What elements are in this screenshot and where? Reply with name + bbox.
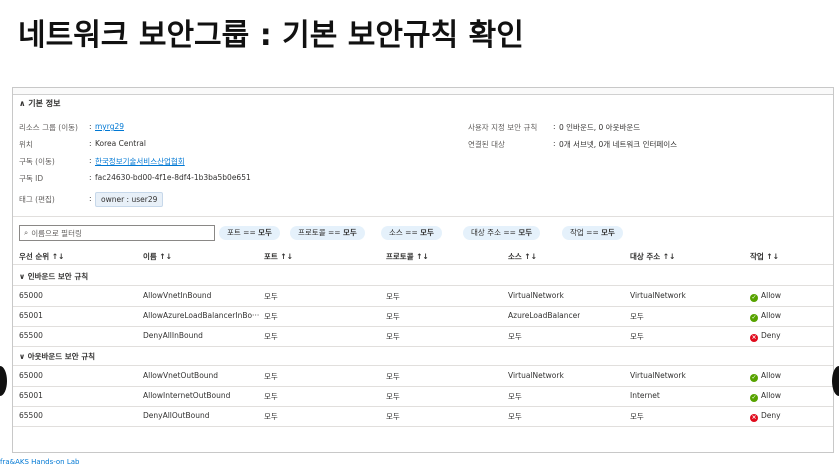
outbound-group-toggle[interactable]: ∨ 아웃바운드 보안 규칙	[19, 351, 95, 362]
rule-source: 모두	[508, 332, 522, 341]
allow-check-icon: ✓	[750, 394, 758, 402]
resource-group-label[interactable]: 리소스 그룹 (이동)	[19, 122, 78, 133]
allow-check-icon: ✓	[750, 294, 758, 302]
rule-priority: 65500	[19, 411, 43, 420]
filter-pill-port[interactable]: 포트 == 모두	[219, 226, 280, 240]
rule-source: VirtualNetwork	[508, 291, 564, 300]
rule-name[interactable]: DenyAllInBound	[143, 331, 259, 340]
rule-source: AzureLoadBalancer	[508, 311, 581, 320]
rule-name[interactable]: AllowVnetInBound	[143, 291, 259, 300]
rule-dest: VirtualNetwork	[630, 291, 686, 300]
rule-priority: 65000	[19, 291, 43, 300]
divider	[13, 216, 833, 217]
row-divider	[13, 426, 833, 427]
rule-action: × Deny	[750, 331, 781, 342]
rule-source: 모두	[508, 412, 522, 421]
essentials-toggle[interactable]: ∧ 기본 정보	[19, 98, 61, 109]
nav-prev-dot	[0, 366, 7, 396]
rule-action: ✓ Allow	[750, 311, 781, 322]
rule-priority: 65001	[19, 311, 43, 320]
rule-action-label: Allow	[761, 291, 782, 300]
filter-pill-source[interactable]: 소스 == 모두	[381, 226, 442, 240]
rule-source: VirtualNetwork	[508, 371, 564, 380]
filter-placeholder: 이름으로 필터링	[31, 228, 82, 238]
tag-chip[interactable]: owner : user29	[95, 192, 164, 207]
rule-protocol: 모두	[386, 332, 400, 341]
row-divider	[13, 326, 833, 327]
rule-protocol: 모두	[386, 292, 400, 301]
row-divider	[13, 346, 833, 347]
rule-action: × Deny	[750, 411, 781, 422]
col-port[interactable]: 포트 ↑↓	[264, 251, 293, 262]
row-divider	[13, 406, 833, 407]
rule-protocol: 모두	[386, 372, 400, 381]
rule-dest: VirtualNetwork	[630, 371, 686, 380]
inbound-group-toggle[interactable]: ∨ 인바운드 보안 규칙	[19, 271, 88, 282]
subscription-label[interactable]: 구독 (이동)	[19, 156, 55, 167]
rule-port: 모두	[264, 292, 278, 301]
deny-x-icon: ×	[750, 414, 758, 422]
rule-dest: 모두	[630, 332, 644, 341]
rule-action-label: Deny	[761, 331, 781, 340]
tags-label[interactable]: 태그 (편집)	[19, 194, 55, 205]
rule-priority: 65000	[19, 371, 43, 380]
rule-protocol: 모두	[386, 392, 400, 401]
rule-source: 모두	[508, 392, 522, 401]
rule-dest: Internet	[630, 391, 660, 400]
custom-rules-value: 0 인바운드, 0 아웃바운드	[559, 123, 641, 132]
rule-action: ✓ Allow	[750, 291, 781, 302]
rule-action-label: Allow	[761, 391, 782, 400]
nav-next-dot	[832, 366, 839, 396]
rule-priority: 65001	[19, 391, 43, 400]
rule-name[interactable]: AllowAzureLoadBalancerInBo···	[143, 311, 259, 320]
associated-value: 0개 서브넷, 0개 네트워크 인터페이스	[559, 140, 678, 149]
col-action[interactable]: 작업 ↑↓	[750, 251, 779, 262]
rule-name[interactable]: AllowVnetOutBound	[143, 371, 259, 380]
search-icon: ⌕	[24, 228, 29, 237]
rule-dest: 모두	[630, 412, 644, 421]
subscription-id-label: 구독 ID	[19, 174, 44, 183]
allow-check-icon: ✓	[750, 374, 758, 382]
filter-pill-destination[interactable]: 대상 주소 == 모두	[463, 226, 541, 240]
deny-x-icon: ×	[750, 334, 758, 342]
col-source[interactable]: 소스 ↑↓	[508, 251, 537, 262]
nsg-overview-panel: ∧ 기본 정보 리소스 그룹 (이동) : myrg29 사용자 지정 보안 규…	[12, 87, 834, 453]
rule-port: 모두	[264, 412, 278, 421]
allow-check-icon: ✓	[750, 314, 758, 322]
filter-pill-action[interactable]: 작업 == 모두	[562, 226, 623, 240]
col-priority[interactable]: 우선 순위 ↑↓	[19, 251, 64, 262]
location-label: 위치	[19, 140, 33, 149]
col-name[interactable]: 이름 ↑↓	[143, 251, 172, 262]
row-divider	[13, 386, 833, 387]
rule-action: ✓ Allow	[750, 391, 781, 402]
rule-port: 모두	[264, 312, 278, 321]
slide-title: 네트워크 보안그룹 : 기본 보안규칙 확인	[18, 18, 524, 53]
location-value: Korea Central	[95, 139, 146, 148]
rule-name[interactable]: DenyAllOutBound	[143, 411, 259, 420]
rule-protocol: 모두	[386, 412, 400, 421]
toolbar-strip	[13, 88, 833, 95]
row-divider	[13, 306, 833, 307]
rule-port: 모두	[264, 372, 278, 381]
col-destination[interactable]: 대상 주소 ↑↓	[630, 251, 675, 262]
filter-by-name-input[interactable]: ⌕ 이름으로 필터링	[19, 225, 215, 241]
rule-action: ✓ Allow	[750, 371, 781, 382]
subscription-link[interactable]: 한국정보기술서비스산업협회	[95, 156, 185, 167]
rule-name[interactable]: AllowInternetOutBound	[143, 391, 259, 400]
custom-rules-label: 사용자 지정 보안 규칙	[468, 123, 538, 132]
associated-label: 연결된 대상	[468, 140, 505, 149]
rule-port: 모두	[264, 392, 278, 401]
subscription-id-value: fac24630-bd00-4f1e-8df4-1b3ba5b0e651	[95, 173, 251, 182]
rule-action-label: Allow	[761, 311, 782, 320]
rule-action-label: Allow	[761, 371, 782, 380]
rule-port: 모두	[264, 332, 278, 341]
filter-pill-protocol[interactable]: 프로토콜 == 모두	[290, 226, 365, 240]
rule-action-label: Deny	[761, 411, 781, 420]
resource-group-link[interactable]: myrg29	[95, 122, 124, 131]
rule-protocol: 모두	[386, 312, 400, 321]
rule-dest: 모두	[630, 312, 644, 321]
rule-priority: 65500	[19, 331, 43, 340]
col-protocol[interactable]: 프로토콜 ↑↓	[386, 251, 429, 262]
